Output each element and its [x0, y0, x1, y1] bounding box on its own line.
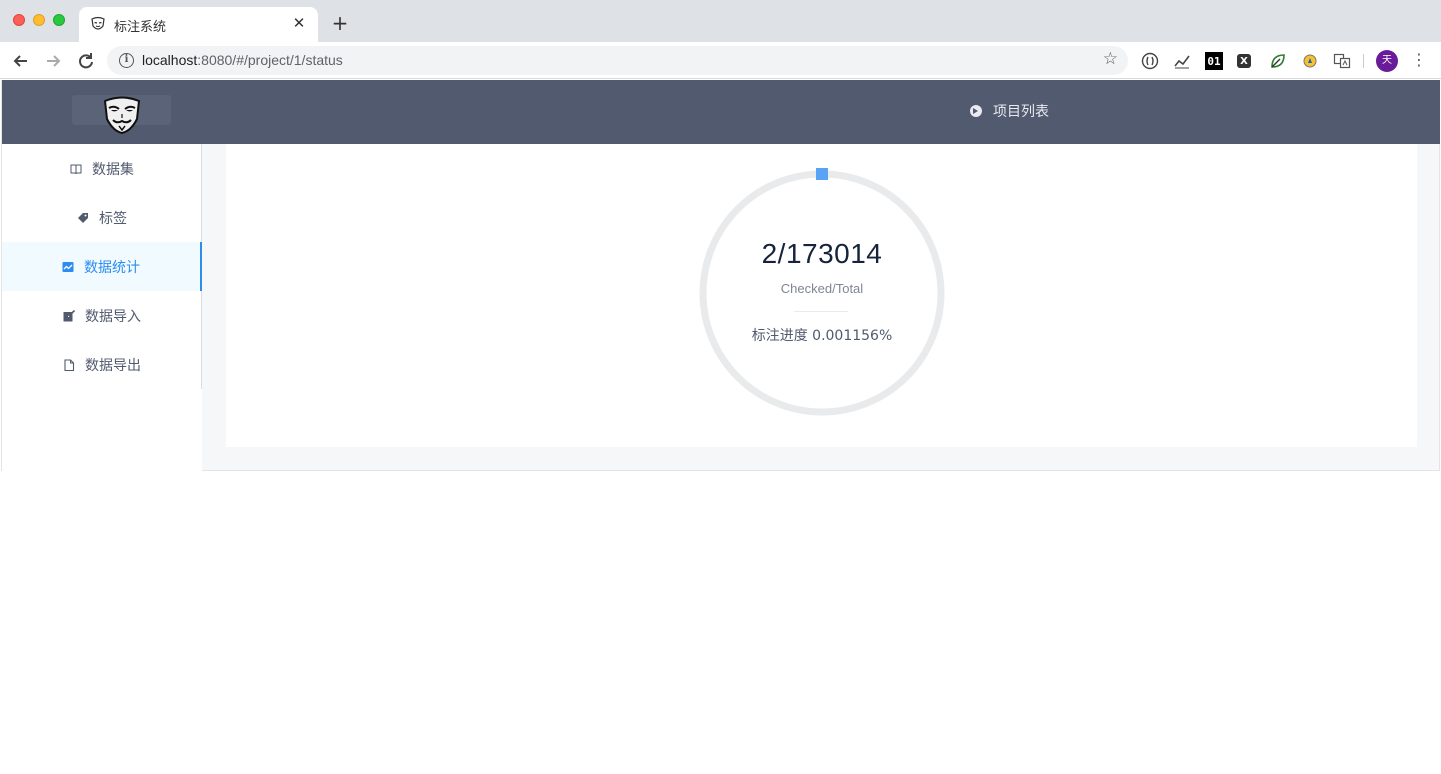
- maximize-window-button[interactable]: [53, 14, 65, 26]
- project-list-label: 项目列表: [993, 104, 1049, 120]
- ring-progress-marker: [816, 168, 829, 180]
- project-list-link[interactable]: 项目列表: [970, 100, 1049, 122]
- extension-bracket-icon[interactable]: [1141, 52, 1159, 70]
- url-host: localhost: [142, 52, 198, 68]
- checked-total-caption: Checked/Total: [780, 281, 864, 296]
- tab-title: 标注系统: [114, 20, 167, 35]
- profile-avatar[interactable]: 天: [1376, 50, 1398, 72]
- sidebar-item-label: 数据导入: [85, 308, 141, 325]
- browser-menu-icon[interactable]: ⋮: [1411, 49, 1427, 71]
- sidebar-item-tags[interactable]: 标签: [2, 193, 202, 242]
- back-arrow-icon[interactable]: [10, 50, 32, 72]
- reload-icon[interactable]: [75, 50, 97, 72]
- sidebar-item-import[interactable]: 数据导入: [2, 291, 202, 340]
- close-window-button[interactable]: [13, 14, 25, 26]
- forward-arrow-icon[interactable]: [42, 50, 64, 72]
- browser-tab-bar: 标注系统 ✕ +: [0, 0, 1441, 42]
- browser-toolbar: i localhost:8080/#/project/1/status ☆ 01…: [0, 42, 1441, 79]
- progress-ring: 2/173014 Checked/Total 标注进度 0.001156%: [697, 168, 947, 418]
- site-info-icon[interactable]: i: [119, 53, 134, 68]
- address-bar[interactable]: i localhost:8080/#/project/1/status ☆: [107, 46, 1128, 75]
- file-icon: [64, 358, 75, 371]
- app-container: 项目列表 数据集 标签 数据统计 数据导入 数据导出 2/173014 Chec…: [1, 80, 1440, 471]
- extension-01-icon[interactable]: 01: [1205, 52, 1223, 70]
- sidebar-item-export[interactable]: 数据导出: [2, 340, 202, 389]
- sidebar-menu: 数据集 标签 数据统计 数据导入 数据导出: [2, 144, 202, 389]
- import-icon: [63, 309, 75, 321]
- tag-icon: [78, 212, 88, 223]
- sidebar-item-label: 数据导出: [85, 357, 141, 374]
- sidebar: 数据集 标签 数据统计 数据导入 数据导出: [2, 144, 202, 471]
- ring-divider: [794, 311, 848, 312]
- toolbar-divider: [1363, 54, 1364, 68]
- progress-text: 标注进度 0.001156%: [751, 328, 893, 344]
- sidebar-item-dataset[interactable]: 数据集: [2, 144, 202, 193]
- sidebar-item-statistics[interactable]: 数据统计: [2, 242, 202, 291]
- browser-tab[interactable]: 标注系统 ✕: [79, 7, 318, 42]
- mask-logo-icon: [103, 96, 141, 135]
- app-header: 项目列表: [2, 80, 1440, 144]
- extension-leaf-icon[interactable]: [1269, 52, 1287, 70]
- minimize-window-button[interactable]: [33, 14, 45, 26]
- sidebar-item-label: 数据集: [92, 161, 134, 178]
- extension-translate-icon[interactable]: [1333, 52, 1351, 70]
- tab-close-icon[interactable]: ✕: [290, 14, 308, 32]
- bookmark-star-icon[interactable]: ☆: [1103, 49, 1118, 69]
- url-path: :8080/#/project/1/status: [197, 52, 343, 68]
- extension-x-icon[interactable]: X: [1237, 54, 1251, 68]
- extension-compass-icon[interactable]: [1301, 52, 1319, 70]
- url-text[interactable]: localhost:8080/#/project/1/status: [142, 52, 343, 68]
- sidebar-item-label: 数据统计: [84, 259, 140, 276]
- arrow-circle-icon: [970, 105, 982, 117]
- mask-favicon-icon: [91, 16, 105, 30]
- extension-chart-icon[interactable]: [1173, 52, 1191, 70]
- sidebar-item-label: 标签: [99, 210, 127, 227]
- book-icon: [70, 164, 82, 174]
- new-tab-button[interactable]: +: [329, 12, 351, 34]
- status-card: 2/173014 Checked/Total 标注进度 0.001156%: [226, 144, 1417, 447]
- chart-icon: [62, 261, 74, 272]
- checked-total-value: 2/173014: [761, 238, 883, 269]
